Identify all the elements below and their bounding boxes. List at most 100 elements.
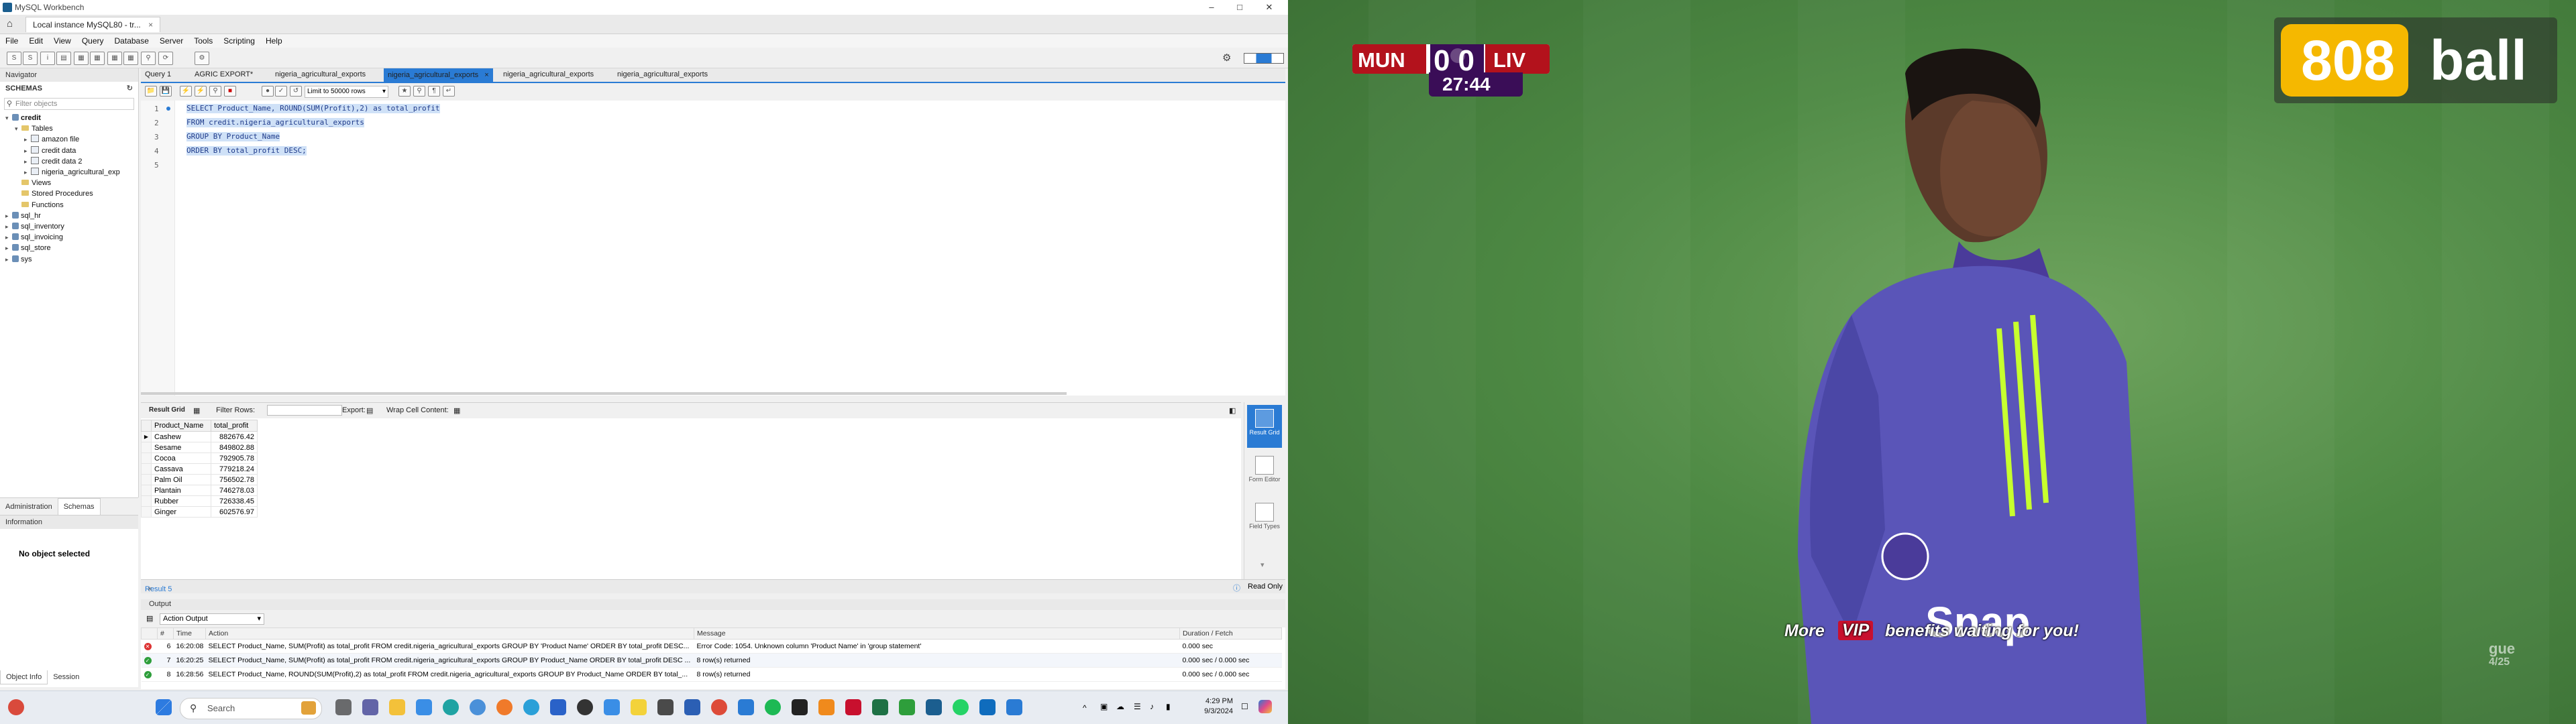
grid-icon[interactable]: ▦ xyxy=(193,406,200,415)
table-row[interactable]: Sesame 849802.88 xyxy=(141,442,258,453)
copilot-icon[interactable] xyxy=(1258,700,1272,713)
result-grid-button[interactable]: Result Grid xyxy=(1247,405,1282,448)
tree-item[interactable]: ▸ sql_invoicing xyxy=(5,232,138,243)
expand-arrow-icon[interactable]: ▸ xyxy=(5,243,12,253)
tab-object-info[interactable]: Object Info xyxy=(0,670,48,684)
app-orange-icon[interactable] xyxy=(496,699,513,715)
total-profit-cell[interactable]: 746278.03 xyxy=(211,485,258,496)
wrap-cell-icon[interactable]: ▦ xyxy=(453,406,460,415)
whatsapp-icon[interactable] xyxy=(953,699,969,715)
save-icon[interactable]: 💾 xyxy=(160,86,172,97)
output-row[interactable]: ✕ 6 16:20:08 SELECT Product_Name, SUM(Profi… xyxy=(141,639,1282,654)
product-name-cell[interactable]: Rubber xyxy=(151,495,211,507)
expand-arrow-icon[interactable]: ▸ xyxy=(5,210,12,221)
tree-item[interactable]: ▸ credit data xyxy=(5,145,138,156)
column-header[interactable]: total_profit xyxy=(211,420,258,432)
create-procedure-icon[interactable]: ▦ xyxy=(107,52,122,65)
row-marker[interactable] xyxy=(141,452,152,464)
panel-toggle-icon[interactable]: ◧ xyxy=(1229,406,1236,415)
schemas-refresh-icon[interactable]: ↻ xyxy=(127,83,133,94)
app-store-icon[interactable] xyxy=(604,699,620,715)
table-row[interactable]: Ginger 602576.97 xyxy=(141,506,258,518)
execute-icon[interactable]: ⚡ xyxy=(180,86,192,97)
expand-arrow-icon[interactable]: ▸ xyxy=(5,254,12,265)
total-profit-cell[interactable]: 779218.24 xyxy=(211,463,258,475)
taskbar-search[interactable]: ⚲ Search xyxy=(180,698,322,719)
wifi-icon[interactable]: ☰ xyxy=(1134,702,1141,711)
create-view-icon[interactable]: ▦ xyxy=(90,52,105,65)
tab-nigeria-exports-active[interactable]: nigeria_agricultural_exports × xyxy=(384,68,493,82)
table-row[interactable]: Cassava 779218.24 xyxy=(141,463,258,475)
settings-gear-icon[interactable]: ⚙ xyxy=(1222,52,1231,64)
tab-agric-export[interactable]: AGRIC EXPORT* xyxy=(195,70,253,78)
app-green-icon[interactable] xyxy=(899,699,915,715)
performance-icon[interactable]: ⚙ xyxy=(195,52,209,65)
app-blue-icon[interactable] xyxy=(550,699,566,715)
expand-arrow-icon[interactable]: ▸ xyxy=(24,167,31,178)
maximize-button[interactable]: □ xyxy=(1232,2,1248,12)
commit-icon[interactable]: ✓ xyxy=(275,86,287,97)
edge-icon[interactable] xyxy=(443,699,459,715)
start-button-icon[interactable] xyxy=(156,699,172,715)
export-icon[interactable]: ▤ xyxy=(366,406,373,415)
chevron-up-icon[interactable]: ^ xyxy=(1083,703,1087,713)
tree-item[interactable]: ▾ credit xyxy=(5,113,138,123)
battery-icon[interactable]: ▮ xyxy=(1166,702,1171,711)
chrome-icon[interactable] xyxy=(470,699,486,715)
tab-schemas[interactable]: Schemas xyxy=(57,498,101,515)
row-marker[interactable] xyxy=(141,506,152,518)
new-sql-tab-icon[interactable]: S xyxy=(7,52,21,65)
tray-cloud-icon[interactable]: ☁ xyxy=(1116,702,1124,711)
menu-database[interactable]: Database xyxy=(109,34,154,46)
tree-item[interactable]: ▸ credit data 2 xyxy=(5,156,138,167)
store-icon[interactable] xyxy=(416,699,432,715)
product-name-cell[interactable]: Sesame xyxy=(151,442,211,453)
row-marker[interactable] xyxy=(141,495,152,507)
expand-arrow-icon[interactable]: ▸ xyxy=(5,221,12,232)
teams-icon[interactable] xyxy=(362,699,378,715)
total-profit-cell[interactable]: 726338.45 xyxy=(211,495,258,507)
sql-editor[interactable]: 1 2 3 4 5 SELECT Product_Name, ROUND(SUM… xyxy=(141,101,1285,396)
tab-nigeria-exports-1[interactable]: nigeria_agricultural_exports xyxy=(275,70,366,78)
sticky-notes-icon[interactable] xyxy=(631,699,647,715)
taskbar-clock[interactable]: 4:29 PM 9/3/2024 xyxy=(1186,697,1233,717)
mysql-workbench-icon[interactable] xyxy=(926,699,942,715)
invisible-chars-icon[interactable]: ¶ xyxy=(428,86,440,97)
close-button[interactable]: ✕ xyxy=(1261,2,1277,13)
tab-nigeria-exports-4[interactable]: nigeria_agricultural_exports xyxy=(617,70,708,78)
video-player[interactable]: MUN 00 LIV 27:44 808 ball Snap More VIP … xyxy=(1288,0,2576,724)
expand-arrow-icon[interactable]: ▸ xyxy=(24,156,31,167)
open-file-icon[interactable]: 📁 xyxy=(145,86,157,97)
vlc-icon[interactable] xyxy=(818,699,835,715)
total-profit-cell[interactable]: 792905.78 xyxy=(211,452,258,464)
telegram-icon[interactable] xyxy=(523,699,539,715)
tray-app-icon[interactable]: ▣ xyxy=(1100,702,1108,711)
row-marker[interactable]: ▶ xyxy=(141,431,152,442)
product-name-cell[interactable]: Cashew xyxy=(151,431,211,442)
menu-server[interactable]: Server xyxy=(154,34,189,46)
close-tab-icon[interactable]: × xyxy=(148,20,153,29)
expand-arrow-icon[interactable]: ▸ xyxy=(5,232,12,243)
stop-icon[interactable]: ■ xyxy=(224,86,236,97)
product-name-cell[interactable]: Cocoa xyxy=(151,452,211,464)
form-editor-button[interactable]: Form Editor xyxy=(1247,452,1282,495)
output-row[interactable]: ✓ 8 16:28:56 SELECT Product_Name, ROUND(SUM… xyxy=(141,667,1282,682)
action-output-select[interactable]: Action Output ▾ xyxy=(160,613,264,625)
collapse-arrow-icon[interactable]: ▾ xyxy=(15,123,21,134)
table-row[interactable]: ▶ Cashew 882676.42 xyxy=(141,431,258,442)
layout-toggle-icon[interactable] xyxy=(1244,53,1284,64)
app-red-icon[interactable] xyxy=(845,699,861,715)
close-tab-icon[interactable]: × xyxy=(148,585,152,593)
menu-view[interactable]: View xyxy=(48,34,76,46)
tab-session[interactable]: Session xyxy=(48,670,85,684)
product-name-cell[interactable]: Cassava xyxy=(151,463,211,475)
filter-rows-input[interactable] xyxy=(267,405,342,416)
calculator-icon[interactable] xyxy=(657,699,674,715)
wrap-lines-icon[interactable]: ↵ xyxy=(443,86,455,97)
row-marker[interactable] xyxy=(141,442,152,453)
execute-current-icon[interactable]: ⚡ xyxy=(195,86,207,97)
media-player-icon[interactable] xyxy=(577,699,593,715)
tree-item[interactable]: ▸ nigeria_agricultural_exp xyxy=(5,167,138,178)
total-profit-cell[interactable]: 756502.78 xyxy=(211,474,258,485)
limit-rows-select[interactable]: Limit to 50000 rows ▾ xyxy=(305,86,388,98)
